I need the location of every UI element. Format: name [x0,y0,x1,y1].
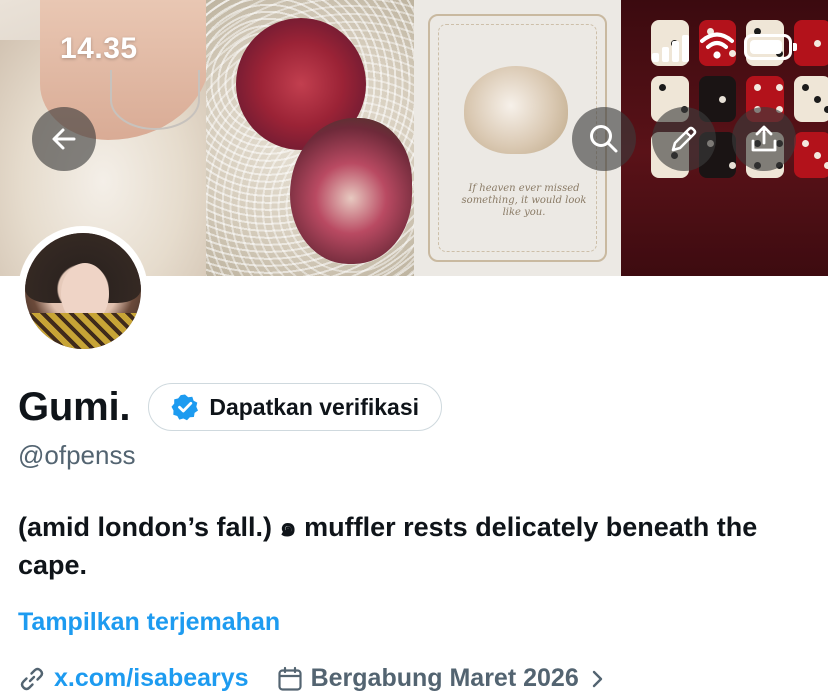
avatar-image [25,233,141,349]
edit-button[interactable] [652,107,716,171]
back-button[interactable] [32,107,96,171]
display-name: Gumi. [18,385,131,429]
link-icon [20,667,44,690]
share-icon [751,125,777,152]
verified-badge-icon [171,394,199,421]
embroidered-fig [290,118,412,264]
user-handle: @ofpenss [18,440,136,470]
search-icon [590,125,618,153]
joined-date: Bergabung Maret 2026 [310,664,579,692]
joined-item[interactable]: Bergabung Maret 2026 [277,664,609,693]
chevron-right-icon [592,670,602,687]
profile-name-row: Gumi. Dapatkan verifikasi [18,383,443,431]
status-time: 14.35 [60,32,138,65]
avatar[interactable] [18,226,148,356]
search-button[interactable] [572,107,636,171]
status-bar: 14.35 [0,0,828,96]
pencil-icon [671,126,697,152]
share-button[interactable] [732,107,796,171]
arrow-left-icon [52,128,76,150]
profile-bio: (amid london’s fall.) ๑ muffler rests de… [18,512,758,580]
get-verified-label: Dapatkan verifikasi [209,393,420,420]
get-verified-button[interactable]: Dapatkan verifikasi [148,383,443,431]
avatar-jacket [25,313,141,349]
banner-quote: If heaven ever missed something, it woul… [461,183,587,218]
show-translation-link[interactable]: Tampilkan terjemahan [18,608,280,637]
website-link[interactable]: x.com/isabearys [54,664,249,693]
cellular-signal-icon [652,32,690,62]
wifi-icon [700,30,734,60]
profile-meta-row: x.com/isabearys Bergabung Maret 2026 [18,664,609,693]
website-item[interactable]: x.com/isabearys [18,664,249,693]
battery-icon [744,34,797,60]
die [793,132,828,178]
calendar-icon [277,666,302,691]
